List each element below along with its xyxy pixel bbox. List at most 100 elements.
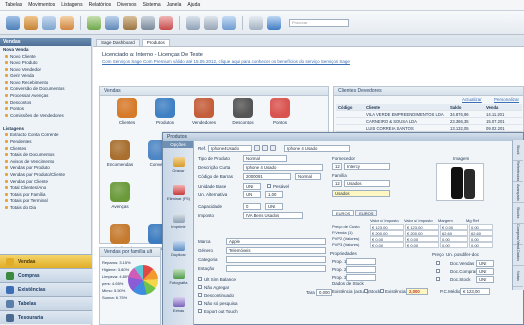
barras-input[interactable]: 2000091 [243,173,291,180]
nav-tabelas[interactable]: Tabelas [0,296,92,310]
vendas-shortcut-label[interactable]: Vendedores [187,120,221,125]
column-header[interactable]: Código [336,104,364,110]
sidebar-item[interactable]: Totais de Documentos [0,152,91,159]
fornecedor-code-input[interactable]: 12 [332,163,342,170]
existencias-checkbox[interactable] [380,289,384,293]
save-button[interactable]: Gravar [163,157,194,173]
sidebar-item[interactable]: Clientes [0,145,91,152]
menu-item-7[interactable]: Ajuda [187,2,200,8]
menu-item-5[interactable]: Sistema [143,2,161,8]
sidebar-item[interactable]: Descontos [0,99,91,106]
doc-price-checkbox[interactable] [436,277,440,281]
vendas-shortcut-icon[interactable] [110,182,130,202]
customize-link[interactable]: Personalizar [494,97,519,102]
extras-button[interactable]: Extras [163,297,194,313]
sidebar-item[interactable]: Totais por Família [0,191,91,198]
dialog-vertical-tab[interactable]: Notas [513,266,523,287]
doc-unit-select[interactable]: UNI [476,276,494,283]
pesavel-checkbox[interactable] [267,184,271,188]
genero-input[interactable]: Telemóveis [226,247,326,254]
table-row[interactable]: CARNEIRO & SOUSA LDA 23.366,35 15.07.201 [336,118,522,125]
dialog-vertical-tab[interactable]: Referências [513,161,523,182]
price-cell[interactable]: 0,00 [469,242,493,248]
property-input[interactable] [346,274,376,281]
sidebar-group-title[interactable]: Listagens [0,125,91,132]
dialog-vertical-tab[interactable]: Stock [513,140,523,161]
column-header[interactable]: Cliente [364,104,448,110]
vendas-shortcut-icon[interactable] [233,98,253,118]
vendas-shortcut-icon[interactable] [110,140,130,160]
column-header[interactable]: Venda [484,104,522,110]
sidebar-item[interactable]: Totais por Terminal [0,198,91,205]
unidade-select[interactable]: UNI [243,183,261,190]
estacao-input[interactable] [226,265,326,272]
vendas-shortcut-icon[interactable] [194,98,214,118]
property-input[interactable] [346,258,376,265]
ref-next-button[interactable] [270,145,276,151]
familia-name-input[interactable]: Usados [344,180,390,187]
fornecedor-name-input[interactable]: Intercy [344,163,390,170]
vendas-shortcut-label[interactable]: Clientes [110,120,144,125]
sidebar-item[interactable]: Vendas por Cliente [0,178,91,185]
refresh-link[interactable]: Actualizar [462,97,482,102]
nav-compras[interactable]: Compras [0,268,92,282]
vendas-shortcut-icon[interactable] [110,224,130,244]
sidebar-group-title[interactable]: Nova Venda [0,46,91,53]
tools-icon[interactable] [141,15,155,30]
imposto-select[interactable]: IVA Bens Usados [243,212,303,219]
unalt-select[interactable]: UN [243,191,261,198]
ref-input[interactable]: Iphone4Usado [208,145,252,152]
familia-code-input[interactable]: 12 [332,180,342,187]
sidebar-item[interactable]: Totais do Dia [0,204,91,211]
ref-description-input[interactable]: Iphone 4 Usado [284,145,350,152]
nav-existencias[interactable]: Existências [0,282,92,296]
marca-input[interactable]: Apple [226,238,326,245]
tab-dashboard[interactable]: Sage Dashboard [96,39,140,46]
stack-icon[interactable] [105,15,119,30]
dialog-vertical-tab[interactable]: Compras/Vend. [513,224,523,250]
calculator-icon[interactable] [249,15,263,30]
photo-button[interactable]: Fotografia [163,269,194,285]
print-icon[interactable] [204,15,218,30]
flag-checkbox[interactable] [198,309,202,313]
menu-item-1[interactable]: Movimentos [28,2,55,8]
mail-icon[interactable] [222,15,236,30]
usados-input[interactable]: Usados [332,190,390,197]
column-header[interactable]: Saldo [448,104,484,110]
vendas-shortcut-icon[interactable] [155,98,175,118]
sidebar-item[interactable]: Avisos de Vencimento [0,158,91,165]
table-row[interactable]: LUIS CORREIA SANTOS 13.132,05 09.02.201 [336,125,522,132]
sidebar-item[interactable]: Pendentes [0,139,91,146]
menu-item-3[interactable]: Relatórios [89,2,112,8]
menu-item-0[interactable]: Tabelas [5,2,22,8]
cart-icon[interactable] [87,15,101,30]
barras-tipo-select[interactable]: Normal [295,173,321,180]
categoria-input[interactable] [226,256,326,263]
sidebar-item[interactable]: Novo Vendedor [0,66,91,73]
user-icon[interactable] [60,15,74,30]
vendas-shortcut-label[interactable]: Encomendas [103,162,137,167]
vendas-shortcut-icon[interactable] [270,98,290,118]
property-input[interactable] [346,266,376,273]
flag-checkbox[interactable] [198,293,202,297]
price-row[interactable]: PVP3 (Valores) € 0,00 € 0,00 0,00 0,00 [332,242,502,248]
nav-vendas[interactable]: Vendas [0,254,92,268]
doc-price-checkbox[interactable] [436,269,440,273]
license-link[interactable]: Com Serviços Sage Com Premium válido até… [102,59,350,64]
dialog-vertical-tab[interactable]: Controle Stocks [513,203,524,224]
doc-price-checkbox[interactable] [436,261,440,265]
sidebar-item[interactable]: Extracto Conta Corrente [0,132,91,139]
sidebar-item[interactable]: Vendas por Produto [0,165,91,172]
capacidade-unit-select[interactable]: UNI [265,203,283,210]
people-icon[interactable] [24,15,38,30]
sidebar-item[interactable]: Comissões de Vendedores [0,112,91,119]
unalt-factor-input[interactable]: 1,00 [265,191,283,198]
table-row[interactable]: VILA VERDE EMPREENDIMENTOS LDA 34.876,96 1… [336,111,522,118]
sidebar-item[interactable]: Total Clientes/Ano [0,185,91,192]
sidebar-item[interactable]: Gerir Venda [0,73,91,80]
tara-input[interactable]: 0,000 [316,289,332,296]
sidebar-item[interactable]: Novo Produto [0,60,91,67]
vendas-shortcut-label[interactable]: Produtos [148,120,182,125]
price-cell[interactable]: 0,00 [440,242,468,248]
new-icon[interactable] [6,15,20,30]
